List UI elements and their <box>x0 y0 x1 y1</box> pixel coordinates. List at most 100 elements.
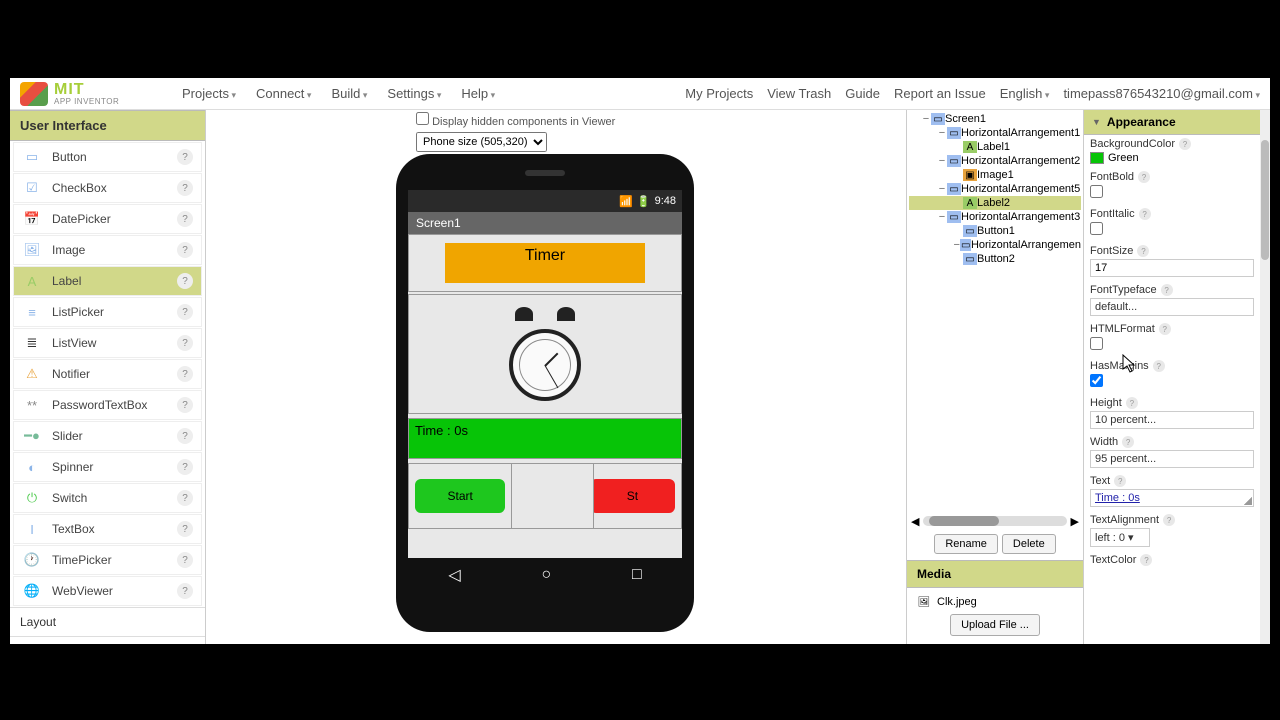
help-icon[interactable]: ? <box>1159 323 1171 335</box>
help-icon[interactable]: ? <box>177 583 193 599</box>
props-section-appearance[interactable]: Appearance <box>1084 110 1260 135</box>
hscroll-right-icon[interactable]: ▶ <box>1071 515 1079 528</box>
palette-item-datepicker[interactable]: 📅DatePicker? <box>13 204 202 234</box>
logo[interactable]: MIT APP INVENTOR <box>20 82 150 106</box>
help-icon[interactable]: ? <box>1161 284 1173 296</box>
help-icon[interactable]: ? <box>177 428 193 444</box>
rename-button[interactable]: Rename <box>934 534 998 554</box>
palette-item-textbox[interactable]: ITextBox? <box>13 514 202 544</box>
tree-node-button1[interactable]: ▭Button1 <box>909 224 1081 238</box>
help-icon[interactable]: ? <box>177 521 193 537</box>
tree-twisty-icon[interactable]: − <box>937 211 947 223</box>
hscroll-thumb[interactable] <box>929 516 999 526</box>
menu-view-trash[interactable]: View Trash <box>767 86 831 101</box>
viewer-hidden-check-label[interactable]: Display hidden components in Viewer <box>416 112 696 128</box>
prop-fonttypeface-select[interactable]: default... <box>1090 298 1254 316</box>
palette-drawer-layout[interactable]: Layout <box>10 607 205 636</box>
viewer-harr1[interactable]: Timer <box>408 234 682 292</box>
palette-item-passwordtextbox[interactable]: **PasswordTextBox? <box>13 390 202 420</box>
help-icon[interactable]: ? <box>1138 171 1150 183</box>
palette-drawer-media[interactable]: Media <box>10 636 205 644</box>
viewer-timer-label[interactable]: Timer <box>445 243 645 283</box>
menu-connect[interactable]: Connect <box>248 82 319 105</box>
help-icon[interactable]: ? <box>1153 360 1165 372</box>
menu-guide[interactable]: Guide <box>845 86 880 101</box>
help-icon[interactable]: ? <box>1137 245 1149 257</box>
tree-node-horizontalarrangement5[interactable]: −▭HorizontalArrangement5 <box>909 182 1081 196</box>
delete-button[interactable]: Delete <box>1002 534 1056 554</box>
prop-text-value[interactable]: Time : 0s <box>1090 489 1254 507</box>
viewer-stop-button[interactable]: St <box>594 479 675 513</box>
palette-item-spinner[interactable]: ◐Spinner? <box>13 452 202 482</box>
tree-node-label2[interactable]: ALabel2 <box>909 196 1081 210</box>
prop-fontsize-input[interactable] <box>1090 259 1254 277</box>
help-icon[interactable]: ? <box>1126 397 1138 409</box>
tree-node-screen1[interactable]: −▭Screen1 <box>909 112 1081 126</box>
phone-size-select[interactable]: Phone size (505,320) <box>416 132 547 152</box>
tree-twisty-icon[interactable]: − <box>937 183 947 195</box>
help-icon[interactable]: ? <box>177 149 193 165</box>
viewer-harr3[interactable]: Start St <box>408 463 682 529</box>
media-file[interactable]: 🖼 Clk.jpeg <box>917 596 977 608</box>
palette-item-button[interactable]: ▭Button? <box>13 142 202 172</box>
upload-file-button[interactable]: Upload File ... <box>950 614 1040 636</box>
palette-item-timepicker[interactable]: 🕐TimePicker? <box>13 545 202 575</box>
prop-bgcolor-value[interactable]: Green <box>1090 152 1254 164</box>
components-hscroll[interactable]: ◀ ▶ <box>907 514 1083 528</box>
tree-twisty-icon[interactable]: − <box>953 239 960 251</box>
prop-fontbold-check[interactable] <box>1090 185 1103 198</box>
help-icon[interactable]: ? <box>1140 554 1152 566</box>
palette-item-image[interactable]: 🖼Image? <box>13 235 202 265</box>
tree-node-horizontalarrangemen[interactable]: −▭HorizontalArrangemen <box>909 238 1081 252</box>
viewer-harr2[interactable] <box>408 294 682 414</box>
help-icon[interactable]: ? <box>177 242 193 258</box>
tree-twisty-icon[interactable]: − <box>937 127 947 139</box>
menu-build[interactable]: Build <box>323 82 375 105</box>
tree-node-image1[interactable]: ▣Image1 <box>909 168 1081 182</box>
help-icon[interactable]: ? <box>1179 138 1191 150</box>
help-icon[interactable]: ? <box>177 490 193 506</box>
menu-language[interactable]: English <box>1000 86 1050 101</box>
help-icon[interactable]: ? <box>177 552 193 568</box>
menu-projects[interactable]: Projects <box>174 82 244 105</box>
prop-htmlformat-check[interactable] <box>1090 337 1103 350</box>
help-icon[interactable]: ? <box>1139 208 1151 220</box>
tree-node-horizontalarrangement3[interactable]: −▭HorizontalArrangement3 <box>909 210 1081 224</box>
prop-fontitalic-check[interactable] <box>1090 222 1103 235</box>
help-icon[interactable]: ? <box>177 180 193 196</box>
help-icon[interactable]: ? <box>1163 514 1175 526</box>
tree-node-button2[interactable]: ▭Button2 <box>909 252 1081 266</box>
help-icon[interactable]: ? <box>177 366 193 382</box>
viewer-time-label[interactable]: Time : 0s <box>408 418 682 459</box>
help-icon[interactable]: ? <box>1122 436 1134 448</box>
help-icon[interactable]: ? <box>177 211 193 227</box>
menu-account[interactable]: timepass876543210@gmail.com <box>1063 86 1260 101</box>
tree-node-horizontalarrangement1[interactable]: −▭HorizontalArrangement1 <box>909 126 1081 140</box>
prop-textalign-select[interactable]: left : 0 ▾ <box>1090 528 1150 547</box>
help-icon[interactable]: ? <box>177 335 193 351</box>
palette-item-switch[interactable]: ⏻Switch? <box>13 483 202 513</box>
viewer-hidden-check[interactable] <box>416 112 429 125</box>
help-icon[interactable]: ? <box>177 397 193 413</box>
palette-item-webviewer[interactable]: 🌐WebViewer? <box>13 576 202 606</box>
hscroll-left-icon[interactable]: ◀ <box>911 515 919 528</box>
help-icon[interactable]: ? <box>177 304 193 320</box>
menu-help[interactable]: Help <box>453 82 503 105</box>
palette-drawer-title[interactable]: User Interface <box>10 110 205 141</box>
palette-item-notifier[interactable]: ⚠Notifier? <box>13 359 202 389</box>
tree-twisty-icon[interactable]: − <box>921 113 931 125</box>
props-vscroll-thumb[interactable] <box>1261 140 1269 260</box>
prop-hasmargins-check[interactable] <box>1090 374 1103 387</box>
tree-node-label1[interactable]: ALabel1 <box>909 140 1081 154</box>
menu-settings[interactable]: Settings <box>379 82 449 105</box>
prop-height-value[interactable]: 10 percent... <box>1090 411 1254 429</box>
props-vscroll[interactable] <box>1260 110 1270 644</box>
palette-item-listview[interactable]: ≣ListView? <box>13 328 202 358</box>
menu-my-projects[interactable]: My Projects <box>685 86 753 101</box>
help-icon[interactable]: ? <box>177 273 193 289</box>
palette-item-listpicker[interactable]: ≡ListPicker? <box>13 297 202 327</box>
help-icon[interactable]: ? <box>177 459 193 475</box>
palette-item-slider[interactable]: ━●Slider? <box>13 421 202 451</box>
help-icon[interactable]: ? <box>1114 475 1126 487</box>
tree-node-horizontalarrangement2[interactable]: −▭HorizontalArrangement2 <box>909 154 1081 168</box>
